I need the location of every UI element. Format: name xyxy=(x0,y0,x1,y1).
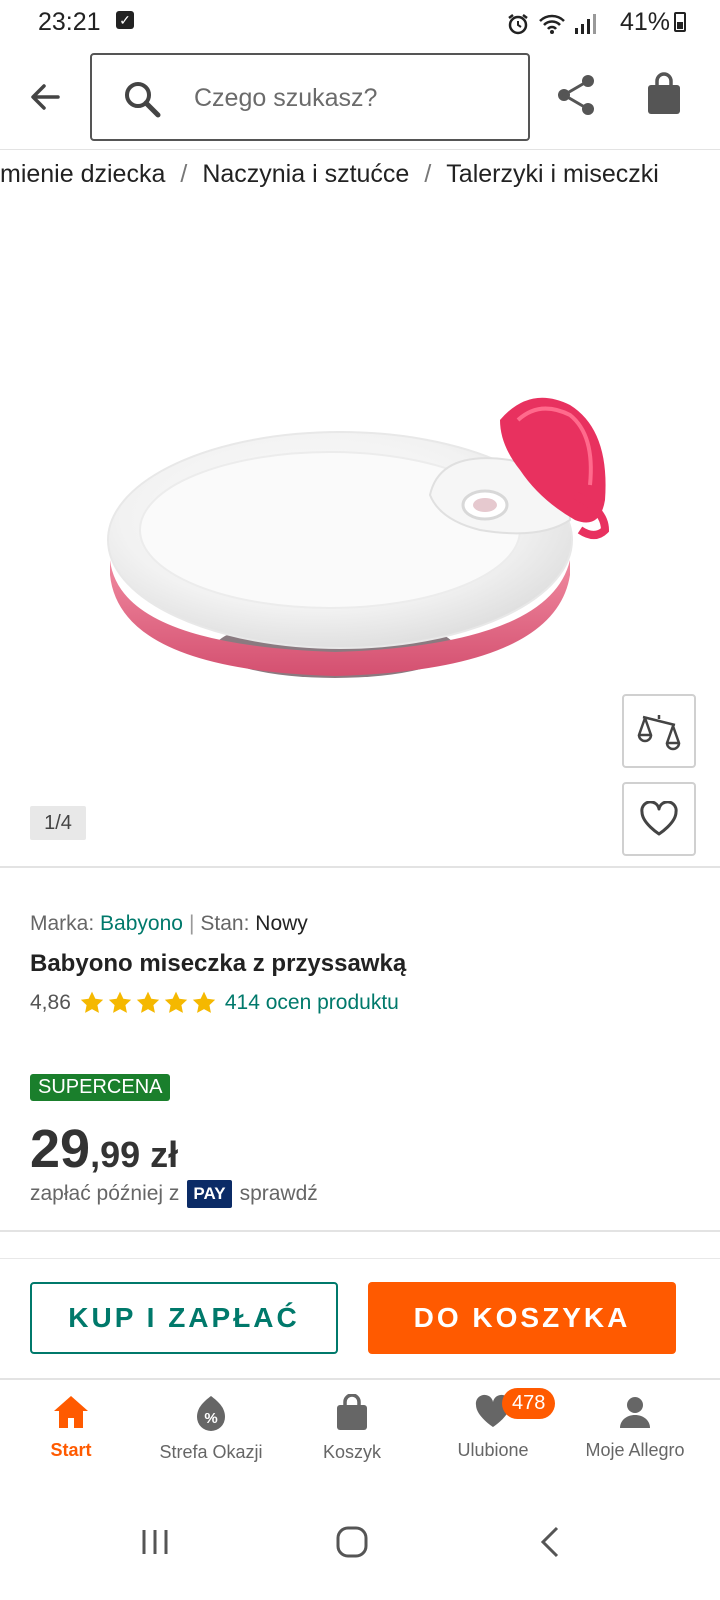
breadcrumb-item[interactable]: Naczynia i sztućce xyxy=(202,160,409,189)
product-info: Marka: Babyono | Stan: Nowy Babyono misecz… xyxy=(30,912,690,1016)
home-button[interactable] xyxy=(322,1512,382,1572)
nav-item-deals[interactable]: % Strefa Okazji xyxy=(140,1394,282,1463)
shopping-bag-icon xyxy=(648,72,680,114)
deals-icon: % xyxy=(197,1396,225,1431)
nav-item-cart[interactable]: Koszyk xyxy=(281,1394,423,1463)
price-integer: 29 xyxy=(30,1119,91,1179)
search-icon xyxy=(125,82,161,118)
system-back-button[interactable] xyxy=(520,1512,580,1572)
user-icon xyxy=(620,1397,650,1428)
nav-item-start[interactable]: Start xyxy=(0,1394,142,1461)
favorite-button[interactable] xyxy=(622,782,696,856)
product-gallery[interactable]: 1/4 xyxy=(0,210,720,868)
battery-icon xyxy=(674,12,686,32)
scale-icon xyxy=(637,715,681,751)
star-icon xyxy=(164,991,188,1013)
pay-later-line[interactable]: zapłać później z PAY sprawdź xyxy=(30,1180,318,1208)
nav-label: Moje Allegro xyxy=(585,1440,685,1460)
nav-label: Koszyk xyxy=(322,1442,382,1462)
supercena-badge: SUPERCENA xyxy=(30,1074,171,1101)
nav-label: Ulubione xyxy=(457,1440,529,1460)
svg-text:%: % xyxy=(204,1410,217,1427)
notification-check-icon: ✓ xyxy=(116,11,134,29)
status-bar: 23:21 ✓ 41% xyxy=(0,0,720,46)
home-icon xyxy=(54,1396,88,1428)
condition-label: Stan: xyxy=(200,912,250,935)
meta-separator: | xyxy=(188,912,195,935)
recent-apps-button[interactable] xyxy=(125,1512,185,1572)
home-circle-icon xyxy=(336,1526,368,1558)
bag-icon xyxy=(337,1394,367,1430)
divider xyxy=(0,1230,720,1232)
price-decimal: ,99 zł xyxy=(90,1134,179,1175)
status-time: 23:21 xyxy=(38,8,101,36)
divider xyxy=(0,1258,720,1259)
star-icon xyxy=(192,991,216,1013)
share-icon xyxy=(558,75,594,115)
bottom-nav: Start % Strefa Okazji Koszyk Ulubione 47… xyxy=(0,1378,720,1484)
breadcrumb-item[interactable]: mienie dziecka xyxy=(0,160,165,189)
star-icon xyxy=(108,991,132,1013)
nav-item-favorites[interactable]: Ulubione 478 xyxy=(422,1388,564,1461)
reviews-link[interactable]: 414 ocen produktu xyxy=(225,991,399,1015)
favorites-count-badge: 478 xyxy=(502,1388,556,1419)
compare-button[interactable] xyxy=(622,694,696,768)
rating-stars xyxy=(79,990,217,1016)
image-counter: 1/4 xyxy=(30,806,86,840)
brand-link[interactable]: Babyono xyxy=(100,912,183,935)
price: 29,99 zł xyxy=(30,1118,178,1180)
star-icon xyxy=(80,991,104,1013)
recent-apps-icon xyxy=(142,1530,168,1554)
product-image[interactable] xyxy=(100,380,630,710)
share-button[interactable] xyxy=(556,74,596,116)
rating-line[interactable]: 4,86 414 ocen produktu xyxy=(30,990,690,1016)
pay-later-check[interactable]: sprawdź xyxy=(240,1182,318,1206)
back-button[interactable] xyxy=(24,76,66,118)
nav-label: Strefa Okazji xyxy=(159,1442,263,1462)
app-bar: Czego szukasz? xyxy=(0,46,720,150)
rating-value: 4,86 xyxy=(30,991,71,1014)
heart-outline-icon xyxy=(640,801,678,836)
add-to-cart-button[interactable]: DO KOSZYKA xyxy=(368,1282,676,1354)
nav-item-my-allegro[interactable]: Moje Allegro xyxy=(564,1394,706,1461)
buy-now-button[interactable]: KUP I ZAPŁAĆ xyxy=(30,1282,338,1354)
breadcrumb-separator: / xyxy=(180,160,188,188)
search-placeholder: Czego szukasz? xyxy=(194,84,378,112)
star-icon xyxy=(136,991,160,1013)
arrow-left-icon xyxy=(31,84,60,110)
alarm-icon xyxy=(508,14,528,35)
nav-label: Start xyxy=(50,1440,92,1460)
breadcrumb-item[interactable]: Talerzyki i miseczki xyxy=(446,160,659,189)
search-input[interactable]: Czego szukasz? xyxy=(90,53,530,141)
signal-icon xyxy=(575,14,596,34)
system-nav-bar xyxy=(0,1490,720,1600)
breadcrumb: mienie dziecka / Naczynia i sztućce / Talerz… xyxy=(0,160,720,200)
allegro-pay-logo: PAY xyxy=(187,1180,232,1208)
pay-later-text: zapłać później z xyxy=(30,1182,180,1205)
condition-value: Nowy xyxy=(255,912,308,935)
brand-label: Marka: xyxy=(30,912,95,935)
battery-percent: 41% xyxy=(619,8,670,36)
status-icons xyxy=(506,12,596,36)
product-title: Babyono miseczka z przyssawką xyxy=(30,950,407,977)
chevron-left-icon xyxy=(540,1526,559,1558)
wifi-icon xyxy=(539,14,565,34)
cart-button[interactable] xyxy=(644,72,684,116)
product-meta: Marka: Babyono | Stan: Nowy xyxy=(30,912,690,936)
breadcrumb-separator: / xyxy=(424,160,432,188)
